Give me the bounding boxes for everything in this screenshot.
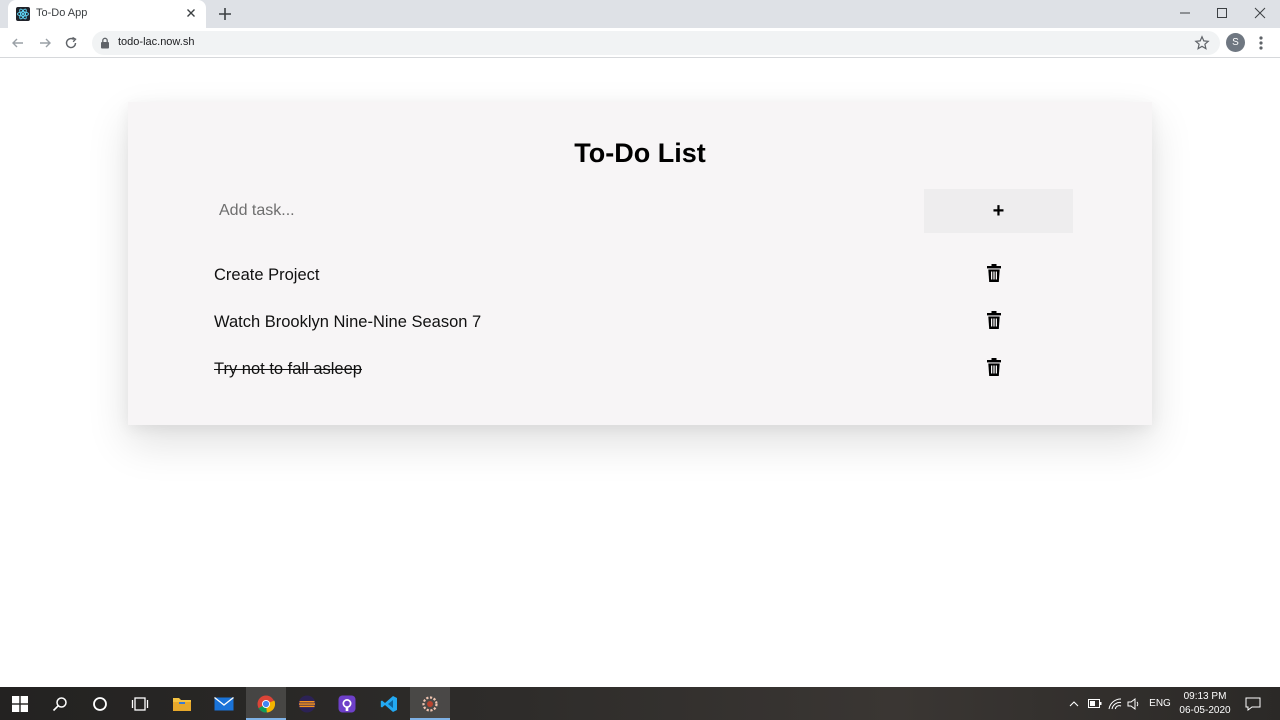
- reload-icon[interactable]: [62, 34, 80, 52]
- browser-tab-strip: To-Do App: [0, 0, 1280, 28]
- eclipse-icon[interactable]: [287, 687, 327, 720]
- lock-icon: [101, 37, 109, 49]
- cortana-icon[interactable]: [80, 687, 120, 720]
- trash-icon[interactable]: [987, 311, 1001, 329]
- task-label[interactable]: Watch Brooklyn Nine-Nine Season 7: [214, 313, 481, 332]
- tab-title: To-Do App: [36, 7, 88, 19]
- new-tab-icon[interactable]: [217, 6, 233, 22]
- task-label-completed[interactable]: Try not to fall asleep: [214, 360, 362, 379]
- trash-icon[interactable]: [987, 264, 1001, 282]
- start-icon[interactable]: [0, 687, 40, 720]
- volume-icon[interactable]: [1126, 687, 1142, 720]
- battery-icon[interactable]: [1087, 687, 1103, 720]
- forward-arrow-icon[interactable]: [36, 34, 54, 52]
- browser-toolbar: todo-lac.now.sh S: [0, 28, 1280, 58]
- vscode-icon[interactable]: [369, 687, 409, 720]
- browser-menu-icon[interactable]: [1255, 34, 1267, 52]
- system-clock[interactable]: 09:13 PM 06-05-2020: [1170, 690, 1240, 718]
- clock-date: 06-05-2020: [1179, 705, 1231, 716]
- clock-time: 09:13 PM: [1183, 691, 1227, 702]
- mail-icon[interactable]: [204, 687, 244, 720]
- address-bar[interactable]: todo-lac.now.sh: [92, 31, 1220, 55]
- react-favicon-icon: [16, 7, 30, 21]
- task-item: Try not to fall asleep: [214, 356, 1034, 386]
- settings-app-icon[interactable]: [410, 687, 450, 720]
- task-label[interactable]: Create Project: [214, 266, 319, 285]
- chrome-icon[interactable]: [246, 687, 286, 720]
- trash-icon[interactable]: [987, 358, 1001, 376]
- add-task-input[interactable]: [214, 189, 914, 233]
- wifi-icon[interactable]: [1107, 687, 1123, 720]
- task-item: Watch Brooklyn Nine-Nine Season 7: [214, 309, 1034, 339]
- close-tab-icon[interactable]: [184, 6, 198, 20]
- profile-avatar[interactable]: S: [1226, 33, 1245, 52]
- url-text: todo-lac.now.sh: [118, 36, 195, 48]
- add-task-button[interactable]: +: [924, 189, 1073, 233]
- close-window-icon[interactable]: [1250, 4, 1270, 22]
- maximize-window-icon[interactable]: [1212, 4, 1232, 22]
- github-desktop-icon[interactable]: [327, 687, 367, 720]
- task-item: Create Project: [214, 262, 1034, 292]
- back-arrow-icon[interactable]: [9, 34, 27, 52]
- todo-card: To-Do List + Create Project Watch Brookl…: [128, 102, 1152, 425]
- notifications-icon[interactable]: [1242, 687, 1264, 720]
- search-icon[interactable]: [40, 687, 80, 720]
- task-view-icon[interactable]: [120, 687, 160, 720]
- minimize-window-icon[interactable]: [1175, 4, 1195, 22]
- windows-taskbar: ENG 09:13 PM 06-05-2020: [0, 687, 1280, 720]
- file-explorer-icon[interactable]: [162, 687, 202, 720]
- page-title: To-Do List: [574, 138, 706, 168]
- bookmark-star-icon[interactable]: [1194, 35, 1210, 51]
- browser-tab[interactable]: To-Do App: [8, 0, 206, 28]
- chevron-up-icon[interactable]: [1066, 687, 1082, 720]
